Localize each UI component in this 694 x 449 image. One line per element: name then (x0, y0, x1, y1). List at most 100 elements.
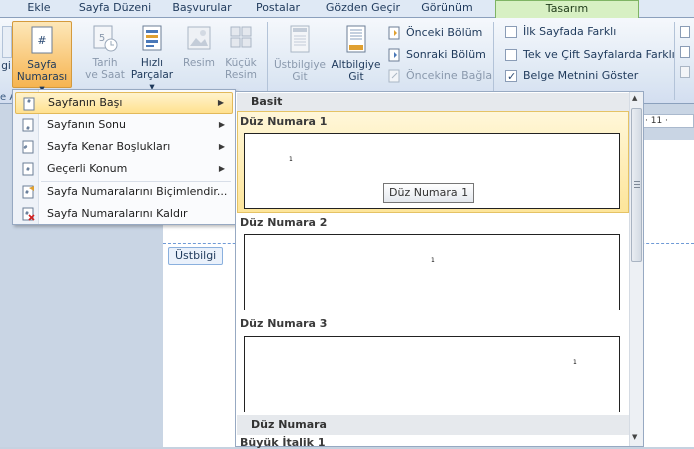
gallery-item-label: Düz Numara 3 (240, 317, 328, 330)
gallery-item-plain-number-3[interactable]: 1 (244, 336, 620, 412)
page-margins-label: Sayfa Kenar Boşlukları (47, 140, 171, 153)
picture-label: Resim (183, 57, 215, 69)
tab-postalar[interactable]: Postalar (248, 0, 308, 18)
checkbox-box (505, 49, 517, 61)
picture-icon (187, 26, 211, 50)
submenu-arrow-icon: ▶ (218, 164, 225, 173)
go-to-footer-button[interactable]: Altbilgiye Git (330, 24, 382, 83)
top-of-page-gallery: Basit Düz Numara 1 1 Düz Numara 2 1 Düz … (235, 91, 644, 449)
partial-icon (2, 26, 12, 58)
svg-text:5: 5 (99, 33, 105, 44)
different-odd-even-label: Tek ve Çift Sayfalarda Farklı (523, 48, 675, 61)
menu-item-remove-page-numbers[interactable]: # Sayfa Numaralarını Kaldır (15, 203, 233, 225)
next-section-button[interactable]: Sonraki Bölüm (388, 46, 486, 64)
scroll-up-icon[interactable]: ▲ (632, 94, 637, 102)
remove-page-numbers-icon: # (22, 207, 35, 221)
gallery-item-label: Düz Numara 2 (240, 216, 328, 229)
format-page-numbers-icon: # (22, 185, 34, 199)
thumbnail-page-number: 1 (289, 156, 293, 163)
date-time-label-2: ve Saat (85, 69, 125, 81)
link-to-previous-label: Öncekine Bağla (406, 69, 493, 82)
clip-art-label-2: Resim (225, 69, 257, 81)
quick-parts-icon (142, 25, 162, 51)
page-number-icon: # (31, 26, 53, 54)
page-number-label-1: Sayfa (27, 59, 57, 71)
gallery-tooltip: Düz Numara 1 (383, 183, 475, 203)
tab-gozden-gecir[interactable]: Gözden Geçir (318, 0, 408, 18)
current-position-label: Geçerli Konum (47, 162, 128, 175)
quick-parts-button[interactable]: Hızlı Parçalar ▾ (128, 24, 176, 93)
thumbnail-page-number: 1 (573, 359, 577, 366)
clip-art-button[interactable]: Küçük Resim (222, 24, 260, 81)
page-number-button[interactable]: # Sayfa Numarası ▾ (12, 21, 72, 95)
go-to-footer-icon (346, 25, 366, 53)
different-odd-even-checkbox[interactable]: Tek ve Çift Sayfalarda Farklı (503, 45, 675, 65)
gallery-item-label: Düz Numara 1 (240, 115, 328, 128)
svg-text:#: # (25, 190, 29, 196)
clip-art-label-1: Küçük (225, 57, 257, 69)
submenu-arrow-icon: ▶ (218, 120, 225, 129)
ruler-partial: · 11 · (640, 114, 694, 128)
page-margins-icon: # (22, 140, 34, 154)
link-to-previous-button[interactable]: Öncekine Bağla (388, 67, 492, 85)
show-document-text-checkbox[interactable]: Belge Metnini Göster (503, 66, 638, 87)
go-to-header-label-1: Üstbilgiye (273, 59, 327, 71)
tab-basvurular[interactable]: Başvurular (162, 0, 242, 18)
different-first-page-label: İlk Sayfada Farklı (523, 25, 617, 38)
page-number-menu: # Sayfanın Başı ▶ # Sayfanın Sonu ▶ # Sa… (12, 89, 236, 225)
ribbon-partial-button[interactable]: gi (0, 60, 12, 72)
svg-text:#: # (27, 99, 31, 105)
menu-item-page-margins[interactable]: # Sayfa Kenar Boşlukları ▶ (15, 136, 233, 158)
checkbox-box (505, 26, 517, 38)
svg-text:#: # (26, 126, 30, 132)
menu-item-format-page-numbers[interactable]: # Sayfa Numaralarını Biçimlendir... (15, 181, 233, 203)
calendar-clock-icon: 5 (93, 25, 118, 52)
go-to-header-icon (290, 25, 310, 53)
date-time-button[interactable]: 5 Tarih ve Saat (84, 24, 126, 81)
svg-text:#: # (25, 211, 29, 217)
svg-text:#: # (23, 145, 27, 151)
scroll-down-icon[interactable]: ▼ (632, 433, 637, 441)
go-to-header-button[interactable]: Üstbilgiye Git (272, 24, 328, 83)
scrollbar-thumb[interactable] (631, 108, 642, 262)
gallery-item-plain-number-2[interactable]: 1 (244, 234, 620, 310)
top-of-page-icon: # (23, 97, 35, 111)
remove-page-numbers-label: Sayfa Numaralarını Kaldır (47, 207, 188, 220)
top-of-page-label: Sayfanın Başı (48, 96, 123, 109)
menu-item-bottom-of-page[interactable]: # Sayfanın Sonu ▶ (15, 114, 233, 136)
previous-section-icon (388, 26, 400, 40)
svg-text:#: # (37, 34, 46, 47)
previous-section-label: Önceki Bölüm (406, 26, 483, 39)
current-position-icon: # (22, 162, 34, 176)
tab-tasarim[interactable]: Tasarım (495, 0, 639, 18)
picture-button[interactable]: Resim (180, 24, 218, 69)
link-icon (388, 69, 400, 83)
quick-parts-label-1: Hızlı (140, 57, 164, 69)
checkbox-box-checked (505, 67, 517, 87)
tab-gorunum[interactable]: Görünüm (410, 0, 484, 18)
ribbon-overflow-icons (680, 26, 692, 86)
clip-art-icon (230, 26, 252, 48)
next-section-icon (388, 48, 400, 62)
bottom-of-page-label: Sayfanın Sonu (47, 118, 126, 131)
submenu-arrow-icon: ▶ (218, 142, 225, 151)
gallery-section-basic: Basit (237, 93, 629, 111)
ribbon-separator (267, 22, 268, 100)
format-page-numbers-label: Sayfa Numaralarını Biçimlendir... (47, 185, 228, 198)
tab-sayfa-duzeni[interactable]: Sayfa Düzeni (70, 0, 160, 18)
svg-text:#: # (26, 167, 30, 173)
ribbon-tab-row: Ekle Sayfa Düzeni Başvurular Postalar Gö… (0, 0, 694, 18)
gallery-scrollbar[interactable]: ▲ ▼ (629, 92, 643, 446)
gallery-section-plain-number: Düz Numara (237, 415, 629, 435)
go-to-footer-label-1: Altbilgiye (331, 59, 381, 71)
go-to-header-label-2: Git (292, 71, 308, 83)
bottom-of-page-icon: # (22, 118, 34, 132)
menu-item-current-position[interactable]: # Geçerli Konum ▶ (15, 158, 233, 180)
tab-ekle[interactable]: Ekle (14, 0, 64, 18)
menu-item-top-of-page[interactable]: # Sayfanın Başı ▶ (15, 92, 233, 114)
previous-section-button[interactable]: Önceki Bölüm (388, 24, 482, 42)
thumbnail-page-number: 1 (431, 257, 435, 264)
date-time-label-1: Tarih (92, 57, 118, 69)
different-first-page-checkbox[interactable]: İlk Sayfada Farklı (503, 22, 616, 42)
go-to-footer-label-2: Git (348, 71, 364, 83)
